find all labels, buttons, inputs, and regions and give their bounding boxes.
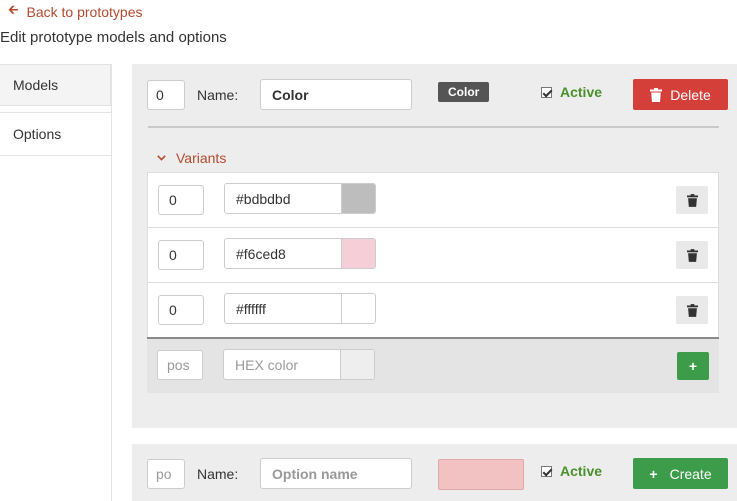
- delete-variant-button[interactable]: [676, 186, 708, 214]
- delete-variant-button[interactable]: [676, 241, 708, 269]
- trash-icon: [686, 193, 698, 207]
- color-swatch: [341, 294, 375, 323]
- sidebar-item-label: Options: [13, 126, 62, 142]
- variants-toggle[interactable]: Variants: [157, 150, 226, 166]
- page-subtitle: Edit prototype models and options: [0, 29, 227, 46]
- trash-icon: [686, 248, 698, 262]
- new-variant-row: pos HEX color +: [147, 337, 719, 393]
- back-to-prototypes-link[interactable]: 🡰 Back to prototypes: [8, 1, 142, 23]
- create-button[interactable]: + Create: [633, 458, 728, 489]
- color-swatch: [340, 350, 374, 379]
- sidebar-item-models[interactable]: Models: [0, 64, 111, 106]
- color-swatch: [341, 239, 375, 268]
- sidebar-item-options[interactable]: Options: [0, 112, 111, 156]
- new-option-color-preview: [438, 459, 524, 490]
- new-option-name-input[interactable]: Option name: [260, 458, 412, 489]
- variant-row: 0 #ffffff: [148, 283, 718, 338]
- new-option-active-toggle[interactable]: Active: [541, 463, 602, 479]
- delete-label: Delete: [670, 86, 711, 103]
- variant-position-input[interactable]: 0: [158, 295, 204, 325]
- option-name-badge: Color: [438, 82, 490, 102]
- chevron-down-icon: [157, 155, 166, 161]
- active-checkbox[interactable]: [541, 86, 552, 98]
- create-label: Create: [669, 465, 712, 482]
- variant-hex-field[interactable]: #ffffff: [224, 293, 376, 324]
- variant-hex-field[interactable]: #f6ced8: [224, 238, 376, 269]
- arrow-left-icon: 🡰: [8, 2, 19, 17]
- active-label: Active: [560, 84, 603, 100]
- active-checkbox[interactable]: [541, 465, 552, 477]
- sidebar-nav: Models Options: [0, 64, 112, 501]
- add-variant-button[interactable]: +: [677, 352, 709, 380]
- option-name-label: Name:: [197, 87, 239, 103]
- variants-table: 0 #bdbdbd 0 #f6ced8 0 #ffffff: [147, 172, 719, 339]
- trash-icon: [686, 303, 698, 317]
- new-option-position-input[interactable]: po: [147, 459, 185, 489]
- variant-hex-field[interactable]: #bdbdbd: [224, 183, 376, 214]
- new-variant-hex-placeholder: HEX color: [235, 356, 299, 373]
- variant-hex-value: #ffffff: [236, 300, 266, 317]
- variant-row: 0 #f6ced8: [148, 228, 718, 283]
- active-label: Active: [560, 463, 603, 479]
- divider: [148, 126, 719, 128]
- sidebar-item-label: Models: [13, 77, 59, 93]
- new-option-name-label: Name:: [197, 466, 239, 482]
- variant-hex-value: #bdbdbd: [236, 190, 291, 207]
- option-name-input[interactable]: Color: [260, 79, 412, 110]
- variants-label: Variants: [176, 150, 227, 166]
- new-variant-position-input[interactable]: pos: [157, 350, 203, 380]
- option-active-toggle[interactable]: Active: [541, 84, 602, 100]
- new-variant-hex-field[interactable]: HEX color: [223, 349, 375, 380]
- option-position-input[interactable]: 0: [147, 80, 185, 110]
- back-link-label: Back to prototypes: [26, 4, 143, 20]
- plus-icon: +: [649, 465, 658, 482]
- variant-row: 0 #bdbdbd: [148, 173, 718, 228]
- trash-icon: [650, 87, 663, 102]
- delete-button[interactable]: Delete: [633, 79, 728, 110]
- variant-position-input[interactable]: 0: [158, 240, 204, 270]
- color-swatch: [341, 184, 375, 213]
- delete-variant-button[interactable]: [676, 296, 708, 324]
- variant-hex-value: #f6ced8: [236, 245, 286, 262]
- variant-position-input[interactable]: 0: [158, 185, 204, 215]
